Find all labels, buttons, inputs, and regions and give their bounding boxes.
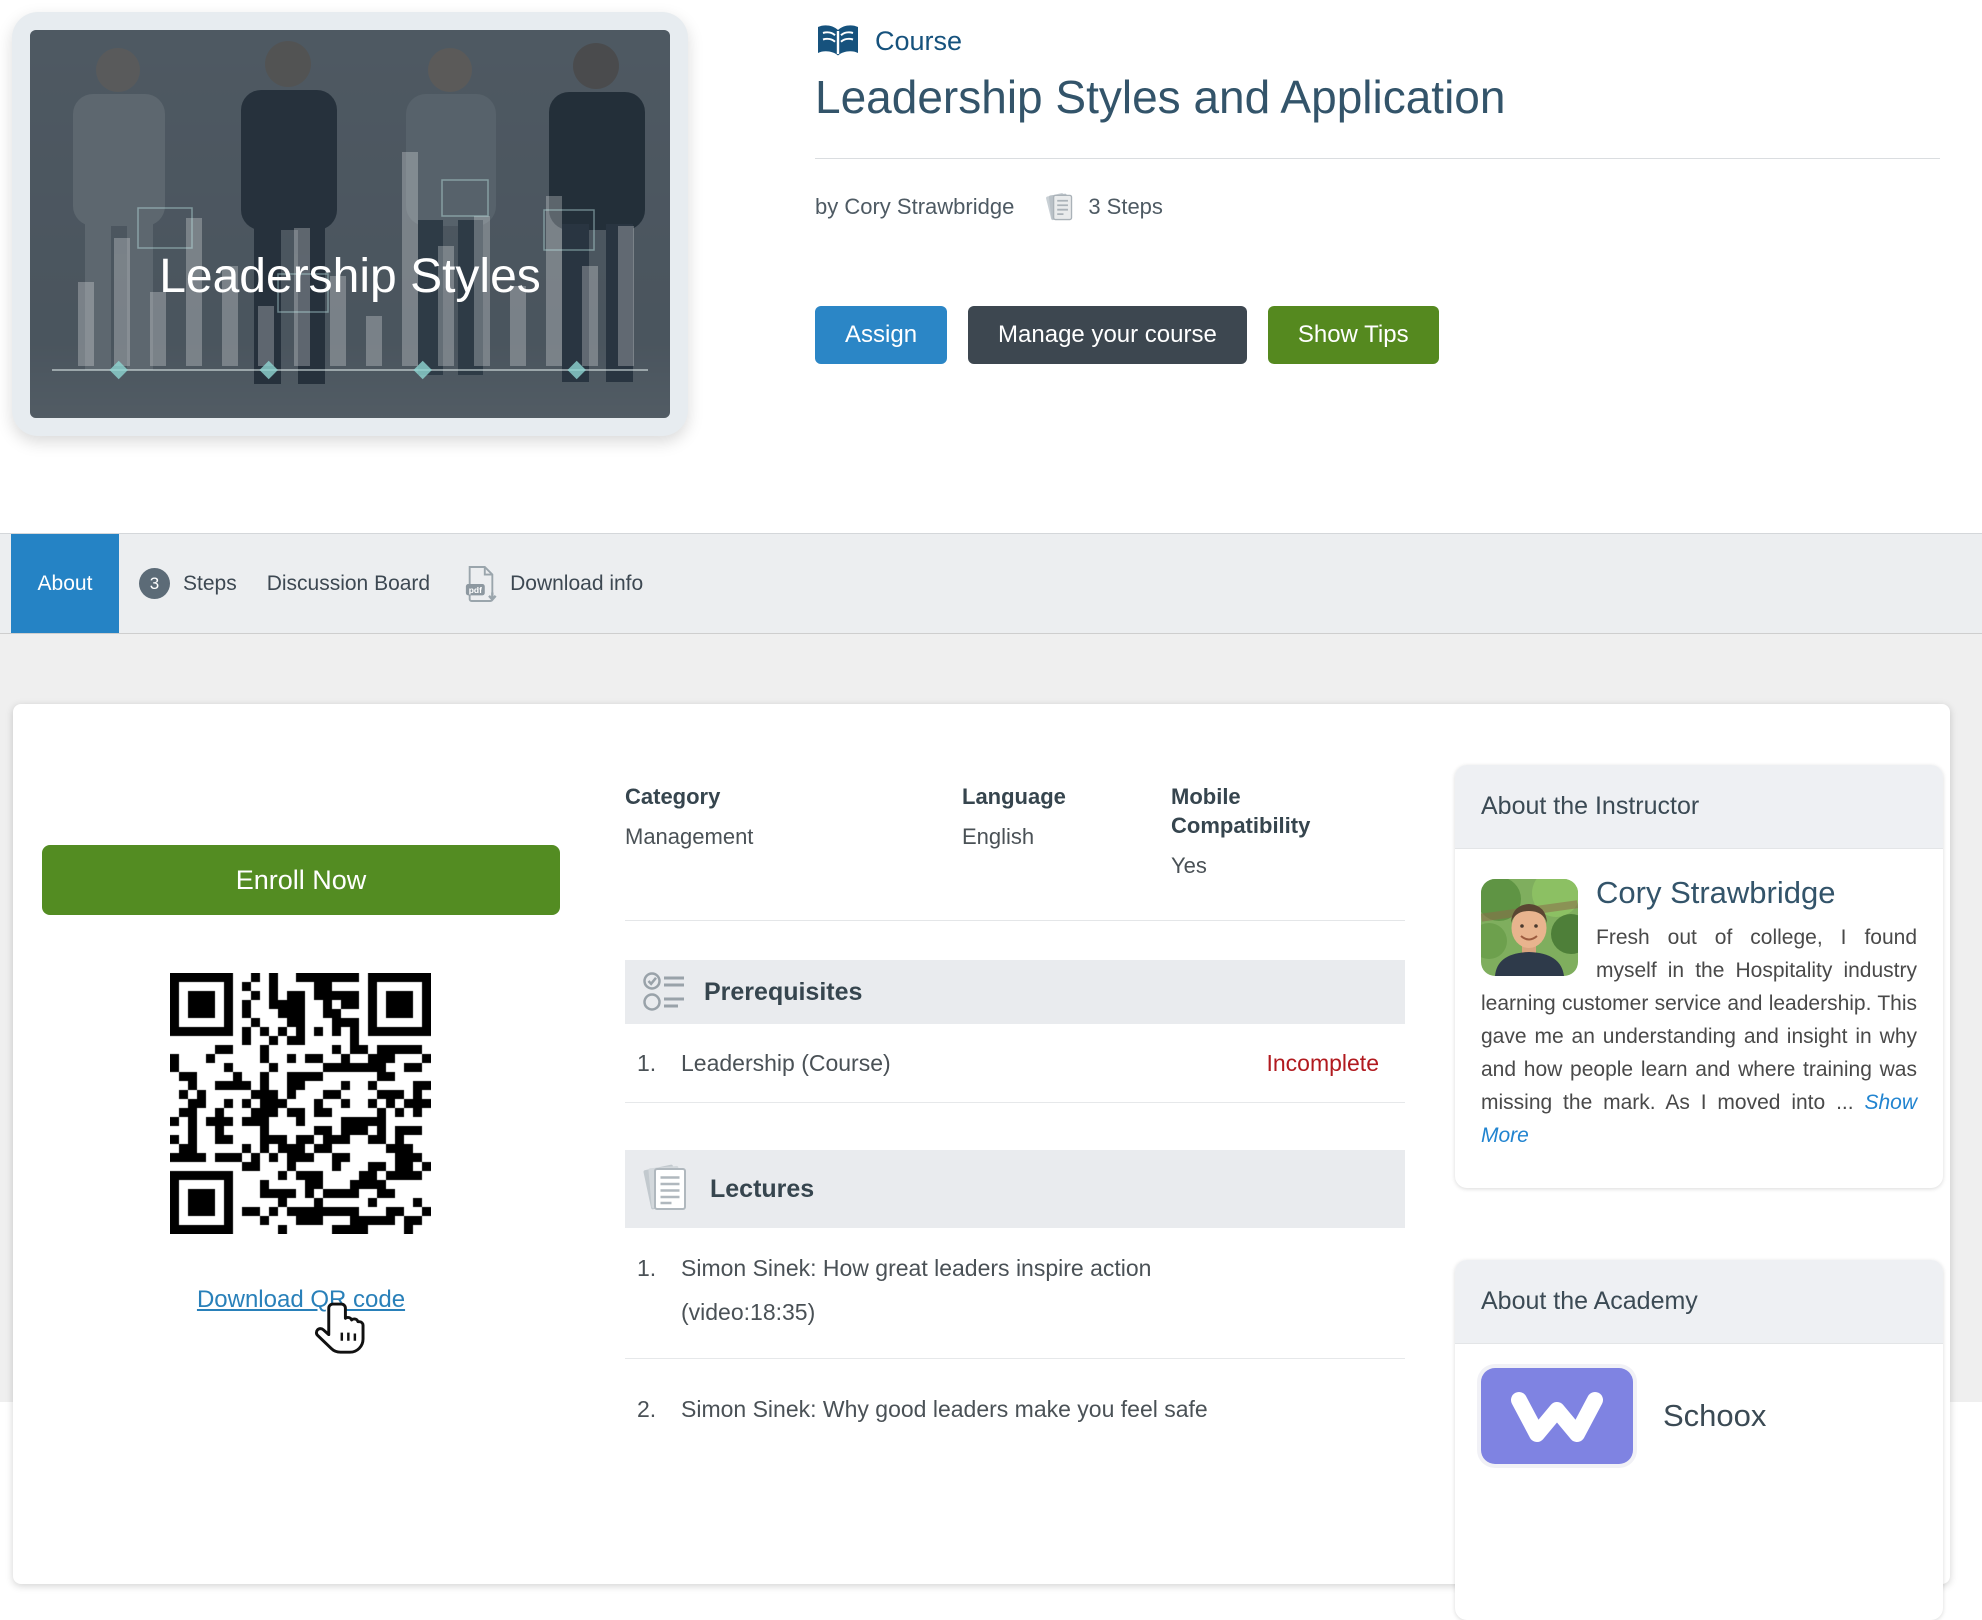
lecture-number: 1. <box>625 1246 681 1334</box>
tab-steps-label: Steps <box>183 572 237 596</box>
thumbnail-caption: Leadership Styles <box>159 250 541 303</box>
course-thumbnail-image: Leadership Styles <box>30 30 670 418</box>
language-value: English <box>962 824 1142 850</box>
byline-author: by Cory Strawbridge <box>815 194 1014 220</box>
academy-card-body: Schoox <box>1455 1344 1943 1488</box>
academy-name: Schoox <box>1663 1398 1766 1434</box>
category-value: Management <box>625 824 925 850</box>
steps-icon <box>1042 190 1076 224</box>
course-header-right: Course Leadership Styles and Application… <box>815 0 1940 533</box>
enroll-now-button[interactable]: Enroll Now <box>42 845 560 915</box>
academy-logo <box>1481 1368 1633 1464</box>
book-icon <box>815 22 861 60</box>
qr-code-image <box>170 973 431 1234</box>
lectures-header: Lectures <box>625 1150 1405 1228</box>
course-header: Leadership Styles Course Leadership Styl… <box>0 0 1982 533</box>
instructor-card-title: About the Instructor <box>1455 765 1943 849</box>
lectures-icon <box>637 1159 693 1219</box>
show-tips-button[interactable]: Show Tips <box>1268 306 1439 364</box>
thumbnail-scene: Leadership Styles <box>30 30 670 418</box>
checklist-icon <box>641 969 687 1015</box>
meta-divider <box>625 920 1405 921</box>
lecture-name: Simon Sinek: How great leaders inspire a… <box>681 1246 1405 1290</box>
tab-download-info[interactable]: pdf Download info <box>464 534 643 633</box>
tab-discussion-board[interactable]: Discussion Board <box>267 534 430 633</box>
category-label: Category <box>625 782 925 811</box>
meta-language: Language English <box>962 782 1142 850</box>
title-divider <box>815 158 1940 159</box>
svg-text:pdf: pdf <box>469 584 482 594</box>
header-buttons: Assign Manage your course Show Tips <box>815 306 1439 364</box>
mobile-label: Mobile Compatibility <box>1171 782 1361 840</box>
steps-count-label: 3 Steps <box>1088 194 1163 220</box>
instructor-card-body: Cory Strawbridge Fresh out of college, I… <box>1455 849 1943 1188</box>
manage-course-button[interactable]: Manage your course <box>968 306 1247 364</box>
pdf-download-icon: pdf <box>464 564 498 604</box>
content-zone: Enroll Now Download QR code Category Man… <box>0 634 1982 1402</box>
tab-about[interactable]: About <box>11 534 119 633</box>
page-title: Leadership Styles and Application <box>815 70 1505 124</box>
prerequisites-header: Prerequisites <box>625 960 1405 1024</box>
lecture-duration: (video:18:35) <box>681 1290 1405 1334</box>
course-thumbnail-frame: Leadership Styles <box>12 12 688 436</box>
download-qr-link[interactable]: Download QR code <box>42 1286 560 1314</box>
instructor-avatar <box>1481 879 1578 976</box>
prerequisite-row[interactable]: 1. Leadership (Course) Incomplete <box>625 1024 1405 1103</box>
prerequisites-title: Prerequisites <box>704 978 862 1007</box>
tab-steps[interactable]: 3 Steps <box>139 534 237 633</box>
lecture-row[interactable]: 2. Simon Sinek: Why good leaders make yo… <box>625 1359 1405 1455</box>
meta-mobile-compatibility: Mobile Compatibility Yes <box>1171 782 1361 879</box>
lecture-name: Simon Sinek: Why good leaders make you f… <box>681 1387 1405 1431</box>
prerequisite-status-badge: Incomplete <box>1266 1050 1405 1077</box>
byline-row: by Cory Strawbridge 3 Steps <box>815 190 1163 224</box>
lecture-number: 2. <box>625 1387 681 1431</box>
tab-download-label: Download info <box>510 572 643 596</box>
course-details-column: Category Management Language English Mob… <box>612 704 1405 1584</box>
tab-bar: About 3 Steps Discussion Board pdf Downl… <box>0 533 1982 633</box>
assign-button[interactable]: Assign <box>815 306 947 364</box>
meta-category: Category Management <box>625 782 925 850</box>
instructor-card: About the Instructor <box>1455 765 1943 1188</box>
steps-count-badge: 3 <box>139 568 170 599</box>
prerequisite-number: 1. <box>625 1050 681 1077</box>
academy-card: About the Academy Schoox <box>1455 1260 1943 1620</box>
prerequisite-name: Leadership (Course) <box>681 1050 891 1077</box>
sidebar-column: About the Instructor <box>1455 704 1943 1584</box>
lectures-title: Lectures <box>710 1175 814 1204</box>
lectures-section: Lectures 1. Simon Sinek: How great leade… <box>625 1150 1405 1455</box>
lecture-row[interactable]: 1. Simon Sinek: How great leaders inspir… <box>625 1228 1405 1359</box>
course-type-row: Course <box>815 22 962 60</box>
course-type-label: Course <box>875 26 962 57</box>
mobile-value: Yes <box>1171 853 1361 879</box>
enrollment-column: Enroll Now Download QR code <box>42 704 560 1584</box>
prerequisites-section: Prerequisites 1. Leadership (Course) Inc… <box>625 960 1405 1103</box>
lecture-title-text: Simon Sinek: How great leaders inspire a… <box>681 1246 1405 1334</box>
academy-card-title: About the Academy <box>1455 1260 1943 1344</box>
about-panel: Enroll Now Download QR code Category Man… <box>13 704 1950 1584</box>
language-label: Language <box>962 782 1142 811</box>
